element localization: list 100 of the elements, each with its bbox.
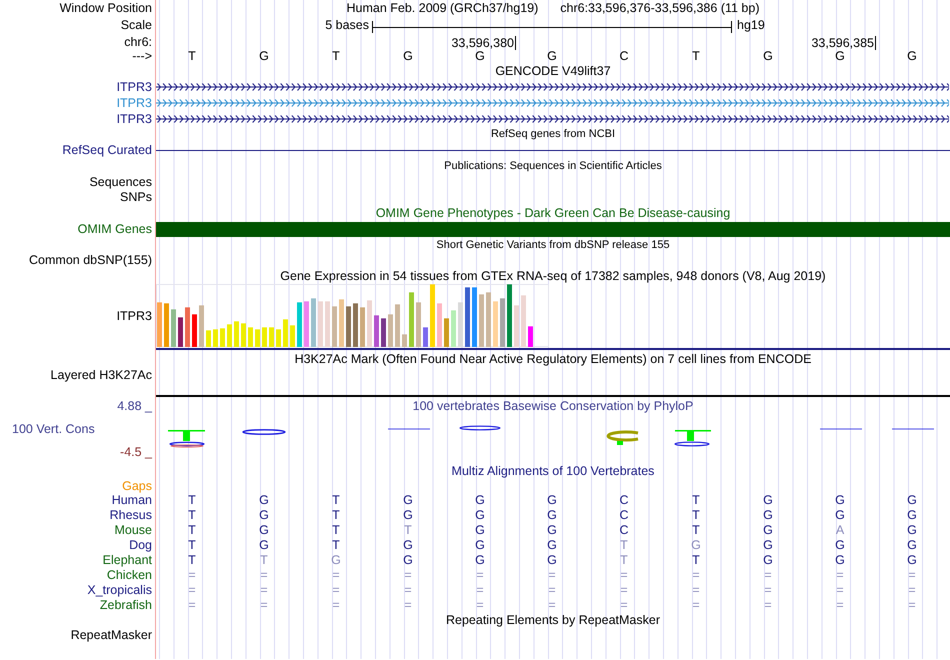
base-letter: = (692, 583, 700, 598)
track-title: RefSeq genes from NCBI (490, 128, 616, 140)
expression-bar (255, 329, 260, 347)
base-letter: = (476, 598, 484, 613)
base-letter: T (332, 50, 340, 63)
expression-bar (318, 301, 323, 347)
track-title: 100 vertebrates Basewise Conservation by PhyloP (412, 399, 694, 413)
expression-bar (297, 302, 302, 347)
track-title: Gene Expression in 54 tissues from GTEx RNA-seq of 17382 samples, 948 donors (V8, Aug 2019) (280, 268, 826, 282)
expression-bar (395, 304, 400, 347)
base-letter: = (548, 568, 556, 583)
base-letter: G (907, 50, 917, 63)
base-letter: C (619, 493, 629, 508)
base-letter: G (907, 493, 917, 508)
track-title: Multiz Alignments of 100 Vertebrates (452, 464, 654, 478)
base-letter: T (692, 50, 700, 63)
base-letter: G (403, 538, 413, 553)
track-title: H3K27Ac Mark (Often Found Near Active Regulatory Elements) on 7 cell lines from ENCODE (294, 352, 812, 366)
base-letter: T (404, 523, 412, 538)
base-letter: = (188, 583, 196, 598)
base-letter: = (764, 583, 772, 598)
expression-bar (283, 319, 288, 347)
track-label: Scale (120, 18, 152, 33)
species-label: Mouse (114, 523, 152, 538)
track-title: Publications: Sequences in Scientific Articles (444, 160, 662, 172)
base-letter: = (404, 568, 412, 583)
expression-bar (290, 325, 295, 347)
base-letter: T (188, 508, 196, 523)
expression-bar (346, 306, 351, 347)
base-letter: = (188, 568, 196, 583)
track-label: Layered H3K27Ac (50, 368, 152, 383)
base-letter: T (692, 523, 700, 538)
base-letter: C (619, 508, 629, 523)
base-letter: = (476, 568, 484, 583)
base-letter: G (259, 493, 269, 508)
base-letter: G (547, 493, 557, 508)
position-range-text: chr6:33,596,376-33,596,386 (11 bp) (560, 1, 760, 16)
expression-bar (353, 303, 358, 347)
base-letter: T (332, 508, 340, 523)
species-label: Chicken (106, 568, 152, 583)
base-letter: T (260, 553, 268, 568)
base-letter: G (547, 50, 557, 63)
base-letter: = (620, 598, 628, 613)
base-letter: = (404, 583, 412, 598)
gene-label: ITPR3 (116, 96, 152, 110)
expression-bar (227, 324, 232, 347)
base-letter: = (764, 568, 772, 583)
track-label: OMIM Genes (78, 222, 152, 237)
expression-bar (276, 329, 281, 347)
track-label: Sequences (89, 175, 152, 190)
expression-bar (241, 323, 246, 347)
base-letter: G (763, 553, 773, 568)
base-letter: G (691, 538, 701, 553)
expression-bar (472, 287, 477, 347)
base-letter: T (188, 50, 196, 63)
expression-bar (402, 334, 407, 347)
base-letter: C (619, 523, 629, 538)
expression-bar (465, 287, 470, 347)
gene-label: ITPR3 (116, 112, 152, 126)
track-title: Repeating Elements by RepeatMasker (446, 613, 660, 627)
base-letter: = (836, 598, 844, 613)
base-letter: T (692, 553, 700, 568)
base-letter: G (331, 553, 341, 568)
base-letter: = (260, 583, 268, 598)
base-letter: T (332, 523, 340, 538)
expression-bar (479, 294, 484, 347)
species-label: Dog (129, 538, 152, 553)
base-letter: G (475, 538, 485, 553)
base-letter: G (835, 538, 845, 553)
coordinate-tick: 33,596,385 (811, 36, 876, 50)
base-letter: G (403, 553, 413, 568)
base-letter: = (188, 598, 196, 613)
base-letter: = (620, 583, 628, 598)
base-letter: = (908, 568, 916, 583)
base-letter: G (475, 50, 485, 63)
expression-bar (311, 298, 316, 347)
expression-bar (339, 299, 344, 347)
base-letter: = (404, 598, 412, 613)
base-letter: G (763, 50, 773, 63)
base-letter: G (259, 508, 269, 523)
expression-bar (178, 317, 183, 347)
gene-label: ITPR3 (116, 308, 152, 324)
base-letter: = (548, 583, 556, 598)
base-letter: = (620, 568, 628, 583)
track-title: Short Genetic Variants from dbSNP release 155 (436, 238, 670, 250)
base-letter: G (763, 508, 773, 523)
expression-bar (192, 314, 197, 347)
species-label: Elephant (102, 553, 152, 568)
base-letter: G (835, 50, 845, 63)
expression-bar (493, 301, 498, 347)
base-letter: = (332, 568, 340, 583)
track-label: SNPs (120, 190, 152, 205)
base-letter: T (332, 493, 340, 508)
expression-bar (507, 284, 512, 347)
species-label: Human (112, 493, 152, 508)
species-label: X_tropicalis (87, 583, 152, 598)
expression-bar (304, 301, 309, 347)
track-title: OMIM Gene Phenotypes - Dark Green Can Be Disease-causing (376, 206, 730, 220)
base-letter: G (259, 50, 269, 63)
base-letter: T (188, 553, 196, 568)
